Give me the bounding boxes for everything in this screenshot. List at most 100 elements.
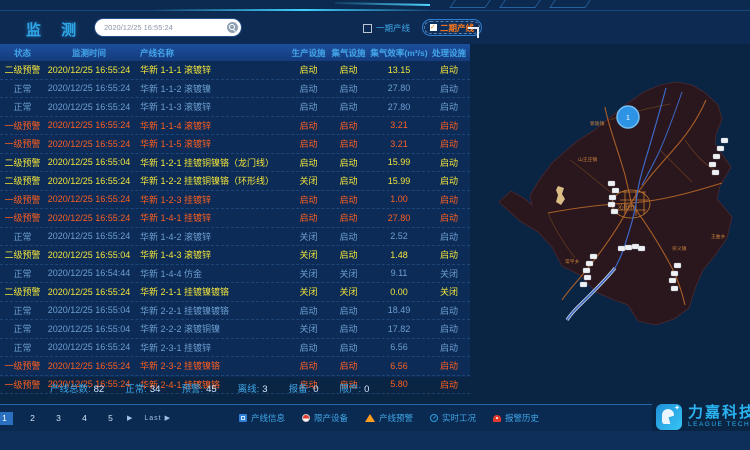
cluster-marker[interactable]: 1 — [617, 106, 639, 128]
table-row[interactable]: 正常2020/12/25 16:55:24华新 1-1-2 滚镀镍启动启动27.… — [0, 80, 470, 99]
factory-marker[interactable] — [609, 195, 616, 200]
cell-prod: 启动 — [290, 156, 327, 169]
table-row[interactable]: 一级预警2020/12/25 16:55:24华新 1-1-5 滚镀锌启动启动3… — [0, 135, 470, 154]
phase1-label: 一期产线 — [376, 22, 410, 34]
table-row[interactable]: 正常2020/12/25 16:55:04华新 2-2-2 滚镀铜镍关闭启动17… — [0, 320, 470, 339]
cell-name: 华新 1-2-3 挂镀锌 — [133, 193, 290, 206]
cell-eff: 27.80 — [370, 83, 428, 93]
column-header: 生产设施 — [290, 47, 327, 59]
cell-name: 华新 2-3-2 挂镀镍铬 — [133, 359, 290, 372]
cell-gas: 启动 — [327, 156, 370, 169]
city-label: 沁阳市 — [618, 203, 635, 211]
summary-value: 34 — [150, 384, 161, 395]
cell-name: 华新 2-3-1 挂镀锌 — [133, 341, 290, 354]
factory-marker[interactable] — [625, 245, 632, 250]
cell-status: 正常 — [0, 267, 45, 280]
factory-marker[interactable] — [608, 202, 615, 207]
factory-marker[interactable] — [669, 278, 676, 283]
factory-marker[interactable] — [717, 146, 724, 151]
factory-marker[interactable] — [612, 188, 619, 193]
cell-gas: 启动 — [327, 100, 370, 113]
table-row[interactable]: 二级预警2020/12/25 16:55:04华新 1-4-3 滚镀锌关闭启动1… — [0, 246, 470, 265]
cell-treat: 启动 — [428, 359, 470, 372]
factory-marker[interactable] — [608, 181, 615, 186]
cell-prod: 启动 — [290, 211, 327, 224]
cell-treat: 启动 — [428, 193, 470, 206]
cell-treat: 关闭 — [428, 267, 470, 280]
cell-prod: 关闭 — [290, 174, 327, 187]
cell-eff: 0.00 — [370, 287, 428, 297]
cell-eff: 17.82 — [370, 324, 428, 334]
factory-marker[interactable] — [590, 254, 597, 259]
cell-status: 正常 — [0, 230, 45, 243]
map-panel[interactable]: 紫陵镇山王庄镇王曲乡崇义镇常平乡 沁阳市 1 — [470, 13, 750, 431]
checkbox-icon — [363, 24, 372, 33]
cell-prod: 启动 — [290, 341, 327, 354]
svg-text:1: 1 — [626, 115, 630, 122]
cell-name: 华新 1-4-2 滚镀锌 — [133, 230, 290, 243]
summary-value: 0 — [364, 384, 369, 395]
cell-treat: 启动 — [428, 211, 470, 224]
cell-prod: 启动 — [290, 100, 327, 113]
table-row[interactable]: 一级预警2020/12/25 16:55:24华新 2-3-2 挂镀镍铬启动启动… — [0, 357, 470, 376]
table-row[interactable]: 二级预警2020/12/25 16:55:04华新 1-2-1 挂镀铜镍铬（龙门… — [0, 154, 470, 173]
last-page-button[interactable]: Last ▶ — [144, 414, 171, 422]
factory-marker[interactable] — [618, 246, 625, 251]
page-button[interactable]: 3 — [52, 412, 65, 425]
summary-label: 预警: — [181, 384, 203, 395]
table-row[interactable]: 正常2020/12/25 16:54:44华新 1-4-4 仿金关闭关闭9.11… — [0, 265, 470, 284]
summary-value: 0 — [313, 384, 318, 395]
next-page-button[interactable]: ▶ — [127, 414, 132, 422]
table-row[interactable]: 一级预警2020/12/25 16:55:24华新 1-4-1 挂镀锌启动启动2… — [0, 209, 470, 228]
factory-marker[interactable] — [584, 275, 591, 280]
factory-marker[interactable] — [586, 261, 593, 266]
factory-marker[interactable] — [713, 154, 720, 159]
circle-icon — [302, 414, 310, 422]
factory-marker[interactable] — [712, 170, 719, 175]
cell-status: 正常 — [0, 304, 45, 317]
page-button[interactable]: 2 — [26, 412, 39, 425]
legend-item-triangle[interactable]: 产线预警 — [365, 412, 413, 424]
factory-marker[interactable] — [721, 138, 728, 143]
page-button[interactable]: 4 — [78, 412, 91, 425]
summary-value: 45 — [206, 384, 217, 395]
cell-time: 2020/12/25 16:55:04 — [45, 324, 133, 334]
table-row[interactable]: 二级预警2020/12/25 16:55:24华新 1-1-1 滚镀锌启动启动1… — [0, 61, 470, 80]
factory-marker[interactable] — [674, 263, 681, 268]
cell-eff: 15.99 — [370, 157, 428, 167]
table-row[interactable]: 一级预警2020/12/25 16:55:24华新 1-2-3 挂镀锌启动启动1… — [0, 191, 470, 210]
legend-item-circle[interactable]: 限产设备 — [302, 412, 348, 424]
cell-treat: 启动 — [428, 100, 470, 113]
cell-gas: 启动 — [327, 193, 370, 206]
cell-treat: 启动 — [428, 248, 470, 261]
map-canvas[interactable]: 紫陵镇山王庄镇王曲乡崇义镇常平乡 沁阳市 1 — [470, 13, 750, 431]
table-row[interactable]: 正常2020/12/25 16:55:24华新 1-1-3 滚镀锌启动启动27.… — [0, 98, 470, 117]
factory-marker[interactable] — [709, 162, 716, 167]
summary-label: 报备: — [289, 384, 311, 395]
factory-marker[interactable] — [671, 271, 678, 276]
search-input[interactable] — [95, 23, 227, 32]
phase1-checkbox[interactable]: 一期产线 — [363, 22, 410, 34]
factory-marker[interactable] — [638, 246, 645, 251]
search-icon[interactable] — [227, 22, 238, 33]
factory-marker[interactable] — [580, 282, 587, 287]
factory-marker[interactable] — [611, 209, 618, 214]
cell-status: 一级预警 — [0, 119, 45, 132]
page-button[interactable]: 1 — [0, 412, 13, 425]
cell-eff: 1.00 — [370, 194, 428, 204]
cell-name: 华新 1-1-3 滚镀锌 — [133, 100, 290, 113]
table-row[interactable]: 二级预警2020/12/25 16:55:24华新 2-1-1 挂镀镍镀铬关闭关… — [0, 283, 470, 302]
table-row[interactable]: 正常2020/12/25 16:55:24华新 2-3-1 挂镀锌启动启动6.5… — [0, 339, 470, 358]
table-row[interactable]: 二级预警2020/12/25 16:55:24华新 1-2-2 挂镀铜镍铬（环形… — [0, 172, 470, 191]
cell-time: 2020/12/25 16:55:04 — [45, 305, 133, 315]
factory-marker[interactable] — [583, 268, 590, 273]
place-label: 常平乡 — [565, 258, 580, 265]
factory-marker[interactable] — [671, 286, 678, 291]
page-button[interactable]: 5 — [104, 412, 117, 425]
legend-item-square[interactable]: 产线信息 — [239, 412, 285, 424]
cell-gas: 启动 — [327, 119, 370, 132]
table-row[interactable]: 一级预警2020/12/25 16:55:24华新 1-1-4 滚镀锌启动启动3… — [0, 117, 470, 136]
table-row[interactable]: 正常2020/12/25 16:55:24华新 1-4-2 滚镀锌关闭启动2.5… — [0, 228, 470, 247]
top-decor-strip — [0, 0, 750, 13]
table-row[interactable]: 正常2020/12/25 16:55:04华新 2-2-1 挂镀镍镀铬启动启动1… — [0, 302, 470, 321]
